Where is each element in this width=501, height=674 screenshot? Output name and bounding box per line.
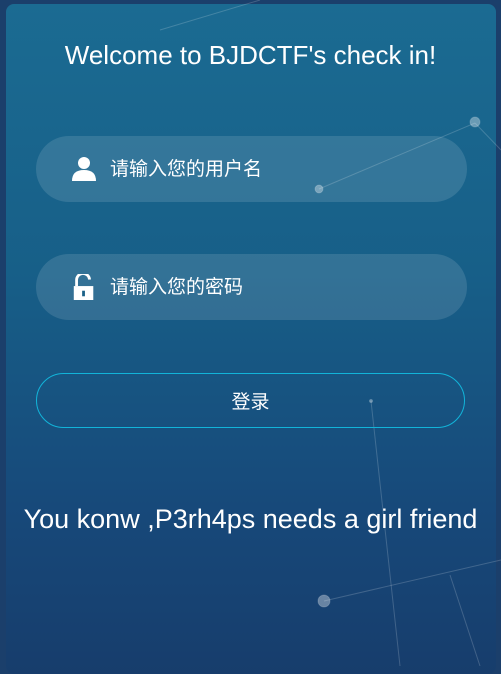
background-network-decoration: [159, 0, 501, 666]
login-button[interactable]: 登录: [36, 373, 465, 428]
password-field[interactable]: [36, 254, 467, 320]
page-title: Welcome to BJDCTF's check in!: [64, 40, 437, 70]
username-input[interactable]: [110, 136, 440, 202]
password-input[interactable]: [110, 254, 440, 320]
username-field[interactable]: [36, 136, 467, 202]
message-text: You konw ,P3rh4ps needs a girl friend: [23, 504, 478, 534]
unlock-icon: [73, 274, 94, 300]
user-icon: [72, 157, 96, 181]
